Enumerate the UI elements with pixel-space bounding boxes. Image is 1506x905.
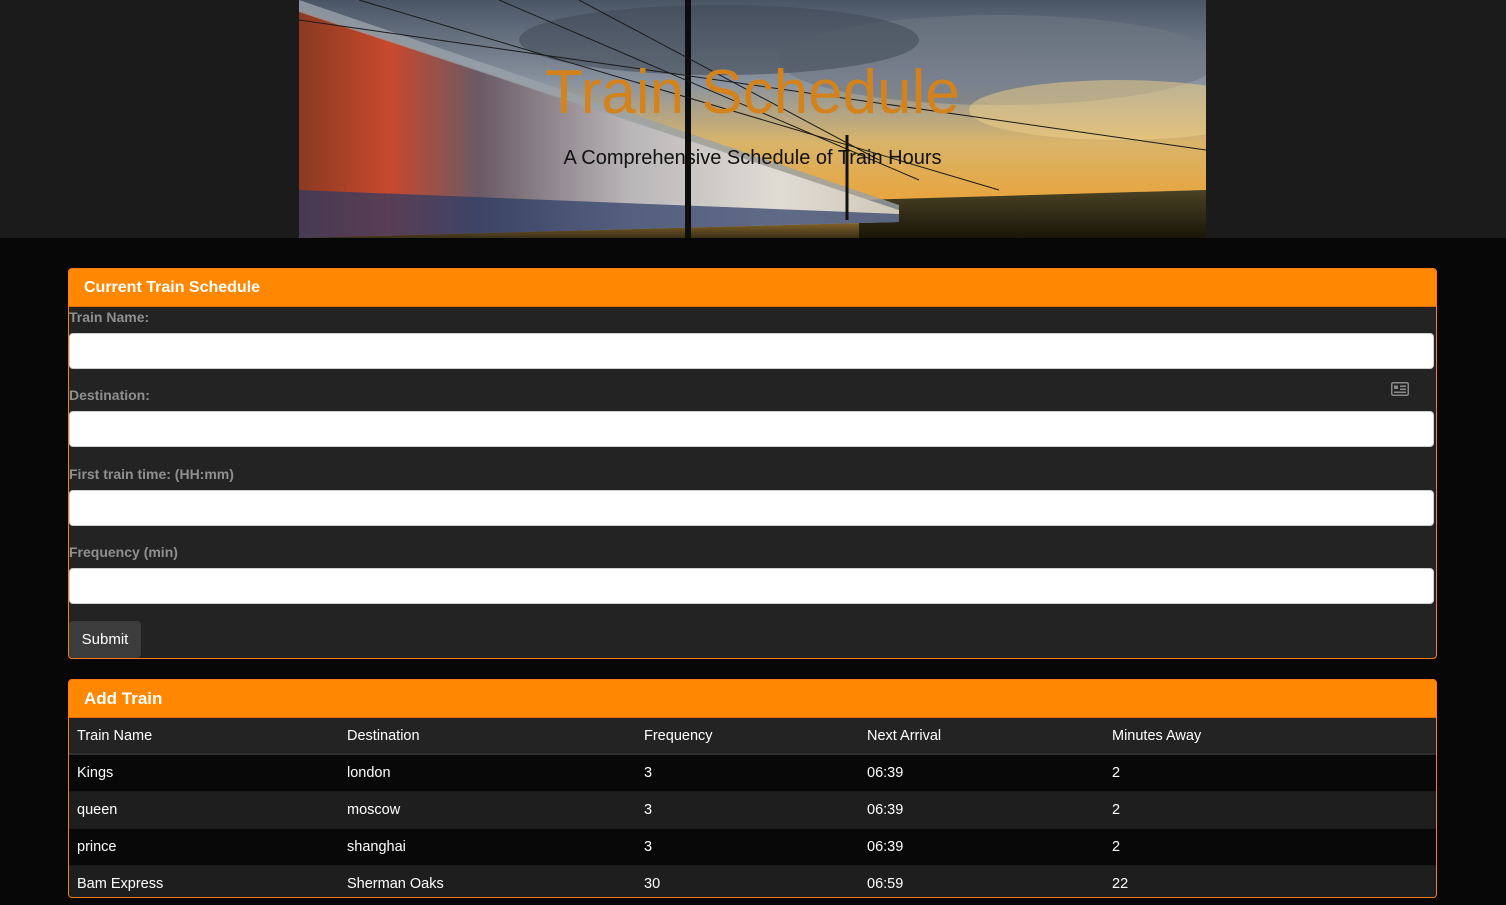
cell-destination: london bbox=[339, 753, 636, 792]
cell-next-arrival: 06:39 bbox=[859, 753, 1104, 792]
cell-train-name: prince bbox=[69, 828, 339, 866]
column-header-destination: Destination bbox=[339, 718, 636, 755]
current-train-schedule-panel: Current Train Schedule Train Name: Desti… bbox=[68, 268, 1437, 659]
train-name-label: Train Name: bbox=[69, 309, 150, 325]
cell-next-arrival: 06:59 bbox=[859, 865, 1104, 897]
cell-minutes-away: 22 bbox=[1104, 865, 1436, 897]
column-header-next-arrival: Next Arrival bbox=[859, 718, 1104, 755]
hero-banner: Train Schedule A Comprehensive Schedule … bbox=[299, 0, 1206, 238]
cell-train-name: queen bbox=[69, 791, 339, 829]
panel-heading: Add Train bbox=[69, 680, 1436, 718]
first-train-time-input[interactable] bbox=[69, 490, 1434, 526]
table-row: Bam Express Sherman Oaks 30 06:59 22 bbox=[69, 865, 1436, 897]
table-header-row: Train Name Destination Frequency Next Ar… bbox=[69, 718, 1436, 755]
submit-button[interactable]: Submit bbox=[69, 621, 141, 658]
column-header-train-name: Train Name bbox=[69, 718, 339, 755]
cell-minutes-away: 2 bbox=[1104, 828, 1436, 866]
page-subtitle: A Comprehensive Schedule of Train Hours bbox=[563, 147, 942, 169]
cell-train-name: Kings bbox=[69, 753, 339, 792]
cell-frequency: 3 bbox=[636, 791, 859, 829]
cell-frequency: 30 bbox=[636, 865, 859, 897]
table-row: Kings london 3 06:39 2 bbox=[69, 753, 1436, 792]
train-schedule-table: Train Name Destination Frequency Next Ar… bbox=[69, 718, 1436, 897]
add-train-panel: Add Train Train Name Destination Frequen… bbox=[68, 679, 1437, 898]
destination-input[interactable] bbox=[69, 411, 1434, 447]
page-title: Train Schedule bbox=[545, 58, 960, 127]
cell-destination: shanghai bbox=[339, 828, 636, 866]
train-name-input[interactable] bbox=[69, 333, 1434, 369]
cell-destination: moscow bbox=[339, 791, 636, 829]
cell-next-arrival: 06:39 bbox=[859, 828, 1104, 866]
cell-next-arrival: 06:39 bbox=[859, 791, 1104, 829]
cell-minutes-away: 2 bbox=[1104, 791, 1436, 829]
table-row: queen moscow 3 06:39 2 bbox=[69, 791, 1436, 829]
frequency-label: Frequency (min) bbox=[69, 544, 178, 560]
train-form: Train Name: Destination: First train tim… bbox=[69, 307, 1434, 658]
contact-card-icon[interactable] bbox=[1391, 382, 1409, 396]
first-train-time-label: First train time: (HH:mm) bbox=[69, 466, 234, 482]
cell-destination: Sherman Oaks bbox=[339, 865, 636, 897]
table-row: prince shanghai 3 06:39 2 bbox=[69, 828, 1436, 866]
column-header-frequency: Frequency bbox=[636, 718, 859, 755]
cell-frequency: 3 bbox=[636, 753, 859, 792]
frequency-input[interactable] bbox=[69, 568, 1434, 604]
destination-label: Destination: bbox=[69, 387, 150, 403]
panel-heading: Current Train Schedule bbox=[69, 269, 1436, 307]
cell-frequency: 3 bbox=[636, 828, 859, 866]
column-header-minutes-away: Minutes Away bbox=[1104, 718, 1436, 755]
cell-train-name: Bam Express bbox=[69, 865, 339, 897]
cell-minutes-away: 2 bbox=[1104, 753, 1436, 792]
